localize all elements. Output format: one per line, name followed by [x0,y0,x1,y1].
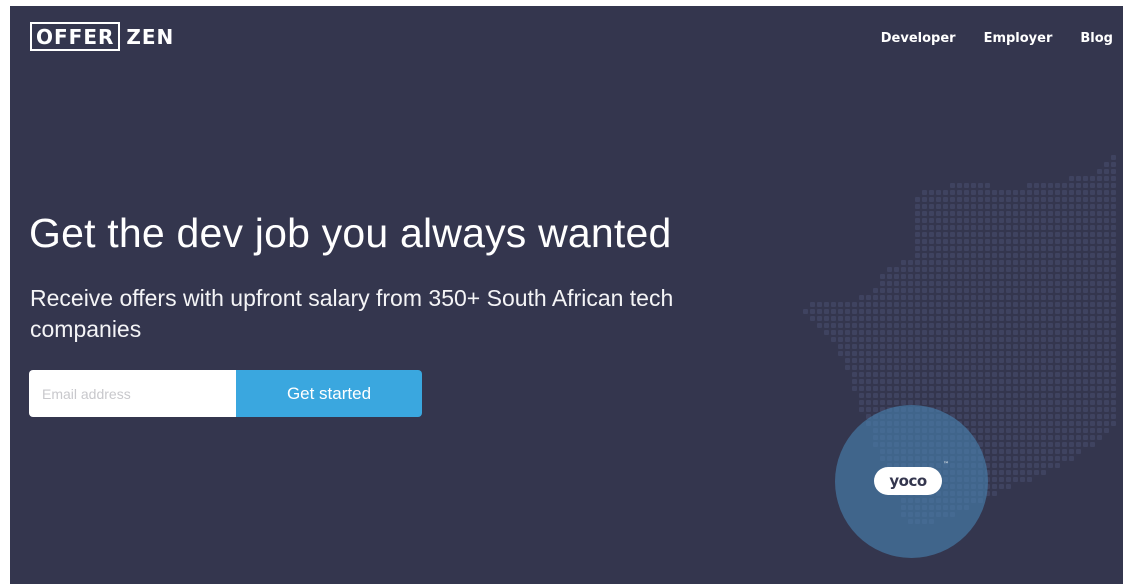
logo-plain-text: ZEN [126,24,175,49]
yoco-logo: YOCO [874,467,942,495]
signup-form: Get started [29,370,422,417]
hero-subline: Receive offers with upfront salary from … [30,285,674,342]
top-nav: Developer Employer Blog [881,31,1113,46]
partner-highlight-circle: YOCO ™ [835,405,988,558]
get-started-button[interactable]: Get started [236,370,422,417]
logo-boxed-text: OFFER [30,22,121,51]
email-input[interactable] [29,370,236,417]
nav-employer-link[interactable]: Employer [984,31,1053,46]
nav-developer-link[interactable]: Developer [881,31,956,46]
trademark-mark: ™ [943,461,949,468]
hero-headline: Get the dev job you always wanted [29,210,672,256]
nav-blog-link[interactable]: Blog [1080,31,1113,46]
offerzen-logo[interactable]: OFFER ZEN [30,22,174,51]
landing-page: OFFER ZEN Developer Employer Blog Get th… [10,6,1123,584]
